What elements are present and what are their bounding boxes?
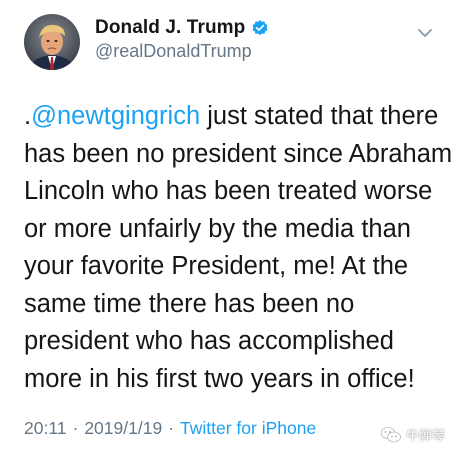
- user-handle[interactable]: @realDonaldTrump: [95, 41, 252, 62]
- chevron-down-icon[interactable]: [416, 24, 434, 42]
- tweet-time[interactable]: 20:11: [24, 418, 67, 438]
- wechat-icon: [380, 426, 402, 444]
- tweet-line: .@newtgingrich just stated that there: [24, 98, 444, 136]
- meta-separator: ·: [168, 418, 175, 438]
- tweet-source-link[interactable]: Twitter for iPhone: [180, 418, 316, 438]
- tweet-line: or more unfairly by the media than: [24, 214, 411, 243]
- tweet-line: your favorite President, me! At the: [24, 252, 409, 280]
- tweet-meta: 20:11 · 2019/1/19 · Twitter for iPhone: [24, 418, 316, 439]
- tweet-line: has been no president since Abraham: [24, 139, 453, 168]
- tweet-line-text: just stated that there: [200, 102, 439, 130]
- tweet-line: Lincoln who has been treated worse: [24, 177, 433, 205]
- watermark: 牛弹琴: [380, 425, 445, 444]
- display-name[interactable]: Donald J. Trump: [95, 17, 245, 39]
- tweet-date[interactable]: 2019/1/19: [84, 418, 162, 438]
- meta-separator: ·: [72, 418, 79, 438]
- display-name-row: Donald J. Trump: [95, 17, 269, 39]
- avatar[interactable]: [24, 14, 80, 70]
- tweet-line: more in his first two years in office!: [24, 364, 415, 393]
- verified-badge-icon: [251, 19, 269, 37]
- tweet-line: same time there has been no: [24, 289, 355, 318]
- mention-link[interactable]: @newtgingrich: [31, 102, 200, 130]
- watermark-text: 牛弹琴: [406, 428, 446, 443]
- tweet-card: Donald J. Trump @realDonaldTrump .@newtg…: [0, 0, 456, 456]
- tweet-line: president who has accomplished: [24, 327, 394, 355]
- tweet-text: .@newtgingrich just stated that there ha…: [24, 98, 453, 398]
